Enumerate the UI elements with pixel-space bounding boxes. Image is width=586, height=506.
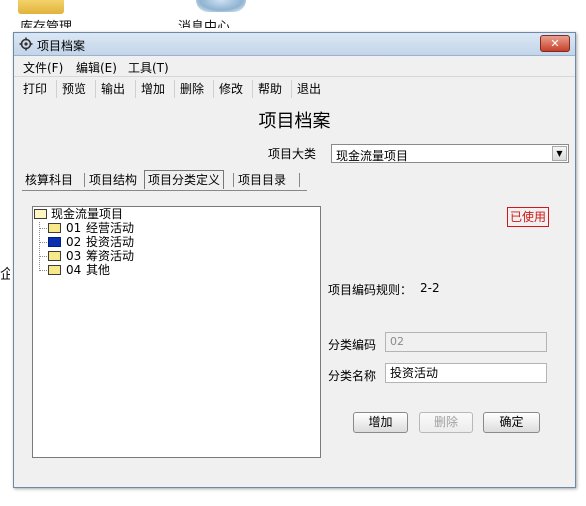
- menu-edit[interactable]: 编辑(E): [76, 59, 117, 76]
- folder-icon: [48, 223, 61, 233]
- preview-button[interactable]: 预览: [60, 80, 88, 98]
- toolbar-divider: [95, 80, 96, 98]
- toolbar-divider: [252, 80, 253, 98]
- category-select[interactable]: 现金流量项目 ▼: [331, 144, 569, 163]
- title-bar[interactable]: 项目档案 ✕: [14, 33, 575, 56]
- exit-button[interactable]: 退出: [295, 80, 323, 98]
- selected-folder-icon: [48, 237, 61, 247]
- folder-icon: [48, 251, 61, 261]
- category-tree[interactable]: 现金流量项目 01 经营活动 02 投资活动 03 筹资活动 04 其他: [32, 206, 321, 458]
- tab-accounting-subject[interactable]: 核算科目: [22, 171, 76, 189]
- folder-icon: [48, 265, 61, 275]
- help-button[interactable]: 帮助: [256, 80, 284, 98]
- tree-node-code: 03: [66, 249, 82, 263]
- tab-divider: [233, 173, 234, 187]
- category-name-field[interactable]: 投资活动: [385, 363, 547, 383]
- tab-baseline: [22, 190, 307, 191]
- delete-toolbar-button[interactable]: 删除: [178, 80, 206, 98]
- tree-node-label: 现金流量项目: [51, 207, 124, 221]
- tab-divider: [299, 173, 300, 187]
- category-code-field[interactable]: 02: [385, 332, 547, 352]
- tree-guide: [39, 242, 47, 243]
- menu-bar: 文件(F) 编辑(E) 工具(T): [14, 56, 575, 77]
- toolbar-divider: [174, 80, 175, 98]
- page-title: 项目档案: [258, 111, 331, 132]
- toolbar-divider: [56, 80, 57, 98]
- tree-guide: [39, 222, 40, 271]
- tab-project-structure[interactable]: 项目结构: [86, 171, 140, 189]
- tree-node-label: 筹资活动: [86, 249, 135, 263]
- open-folder-icon: [34, 209, 47, 219]
- tree-guide: [39, 228, 47, 229]
- menu-tools[interactable]: 工具(T): [128, 59, 169, 76]
- category-code-label: 分类编码: [328, 338, 377, 352]
- confirm-button[interactable]: 确定: [483, 412, 540, 433]
- page-title-row: 项目档案: [14, 107, 575, 133]
- coding-rule-label: 项目编码规则：: [328, 283, 413, 297]
- tree-node-label: 其他: [86, 263, 111, 277]
- tab-project-catalog[interactable]: 项目目录: [235, 171, 289, 189]
- status-badge: 已使用: [507, 207, 549, 227]
- toolbar-divider: [213, 80, 214, 98]
- print-button[interactable]: 打印: [21, 80, 49, 98]
- category-name-label: 分类名称: [328, 369, 377, 383]
- modify-button[interactable]: 修改: [217, 80, 245, 98]
- coding-rule-value: 2-2: [420, 281, 440, 295]
- add-button[interactable]: 增加: [353, 412, 408, 433]
- tree-node-code: 01: [66, 221, 82, 235]
- tree-node-code: 02: [66, 235, 82, 249]
- desktop-message-icon[interactable]: [196, 0, 246, 12]
- delete-button[interactable]: 删除: [419, 412, 473, 433]
- tree-guide: [39, 270, 47, 271]
- tree-node-label: 投资活动: [86, 235, 135, 249]
- desktop-icon-label: 库存管理: [20, 20, 73, 28]
- tab-category-definition[interactable]: 项目分类定义: [144, 170, 225, 189]
- tab-divider: [84, 173, 85, 187]
- tree-node-code: 04: [66, 263, 82, 277]
- add-toolbar-button[interactable]: 增加: [139, 80, 167, 98]
- app-gear-icon: [19, 37, 33, 51]
- desktop-icon-label: 消息中心: [178, 20, 231, 28]
- toolbar-divider: [291, 80, 292, 98]
- tree-guide: [39, 256, 47, 257]
- menu-file[interactable]: 文件(F): [23, 59, 63, 76]
- tree-node-label: 经营活动: [86, 221, 135, 235]
- export-button[interactable]: 输出: [99, 80, 127, 98]
- close-button[interactable]: ✕: [540, 35, 570, 52]
- window-title: 项目档案: [37, 39, 86, 53]
- tab-strip: 核算科目 项目结构 项目分类定义 项目目录: [22, 170, 562, 191]
- chevron-down-icon[interactable]: ▼: [552, 146, 567, 161]
- project-archive-window: 项目档案 ✕ 文件(F) 编辑(E) 工具(T) 打印 预览 输出 增加 删除 …: [13, 32, 576, 488]
- desktop-folder-icon[interactable]: [18, 0, 64, 14]
- category-select-value: 现金流量项目: [336, 149, 409, 163]
- toolbar-divider: [135, 80, 136, 98]
- toolbar: 打印 预览 输出 增加 删除 修改 帮助 退出: [14, 77, 575, 101]
- category-label: 项目大类: [268, 147, 317, 161]
- desktop-edge-text: 企: [0, 267, 10, 283]
- close-icon: ✕: [550, 37, 560, 50]
